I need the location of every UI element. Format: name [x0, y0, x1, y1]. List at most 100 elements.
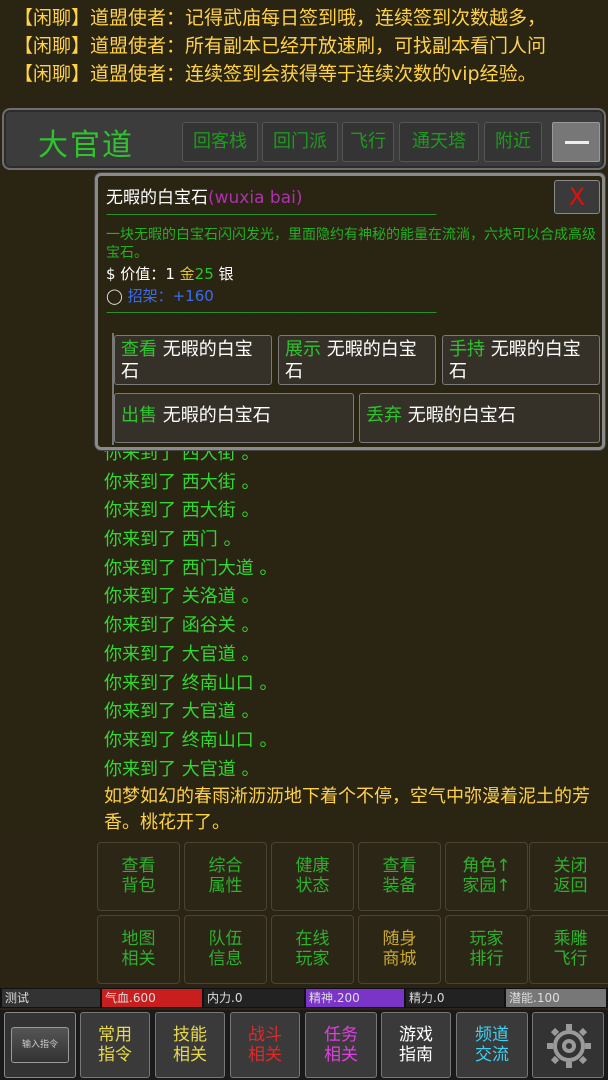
cmd-line: 健康 — [295, 856, 330, 876]
cmd-line: 属性 — [208, 876, 243, 896]
log-line: 你来到了 西大街 。 — [104, 471, 260, 493]
chat-message: 连续签到会获得等于连续次数的vip经验。 — [185, 63, 537, 85]
tab-line: 交流 — [475, 1045, 509, 1065]
neili-bar: 内力.0 — [204, 989, 304, 1007]
log-lines: 你来到了 西大街 。 你来到了 西大街 。 你来到了 西大街 。 你来到了 西门… — [104, 440, 604, 784]
cmd-line: 信息 — [208, 949, 243, 969]
log-line: 你来到了 西门 。 — [104, 529, 242, 551]
health-status-button[interactable]: 健康 状态 — [271, 842, 354, 911]
parry-label: 招架： — [127, 287, 173, 305]
channels-tab[interactable]: 频道 交流 — [456, 1012, 528, 1078]
item-value: $ 价值：1 金25 银 — [106, 263, 234, 284]
shop-button[interactable]: 随身 商城 — [358, 915, 441, 984]
value-label: $ 价值： — [106, 265, 166, 283]
collapse-menu-button[interactable] — [552, 122, 600, 162]
return-inn-button[interactable]: 回客栈 — [182, 122, 258, 162]
cmd-line: 玩家 — [469, 929, 504, 949]
divider: —————————————————————————————— — [106, 307, 437, 317]
silver-amount: 25 — [194, 265, 214, 283]
log-line: 你来到了 大官道 。 — [104, 643, 260, 665]
sell-item-button[interactable]: 出售 无暇的白宝石 — [114, 393, 354, 443]
bottom-tabs: 输入指令 常用 指令 技能 相关 战斗 相关 任务 相关 游戏 指南 频道 交流 — [0, 1010, 608, 1080]
silver-unit: 银 — [218, 265, 234, 283]
close-return-button[interactable]: 关闭 返回 — [529, 842, 608, 911]
nearby-button[interactable]: 附近 — [484, 122, 542, 162]
role-home-button[interactable]: 角色↑ 家园↑ — [445, 842, 528, 911]
skills-tab[interactable]: 技能 相关 — [155, 1012, 225, 1078]
cmd-line: 家园↑ — [462, 876, 511, 896]
item-parry: ◯ 招架：+160 — [106, 285, 214, 306]
show-item-button[interactable]: 展示 无暇的白宝石 — [278, 335, 436, 385]
fly-button[interactable]: 飞行 — [342, 122, 394, 162]
settings-button[interactable] — [532, 1012, 604, 1078]
log-line: 你来到了 函谷关 。 — [104, 615, 260, 637]
cmd-line: 玩家 — [295, 949, 330, 969]
online-players-button[interactable]: 在线 玩家 — [271, 915, 354, 984]
spirit-bar: 精神.200 — [306, 989, 404, 1007]
gold-amount: 1 — [165, 265, 175, 283]
close-button[interactable]: X — [554, 180, 600, 214]
action-verb: 手持 — [449, 339, 485, 360]
game-guide-tab[interactable]: 游戏 指南 — [381, 1012, 451, 1078]
cmd-line: 综合 — [208, 856, 243, 876]
action-item: 无暇的白宝石 — [402, 405, 516, 426]
map-button[interactable]: 地图 相关 — [97, 915, 180, 984]
chat-line: 【闲聊】道盟使者：记得武庙每日签到哦，连续签到次数越多， — [14, 4, 608, 32]
chat-channel[interactable]: 【闲聊】 — [14, 35, 90, 57]
status-bar: 测试 气血.600 内力.0 精神.200 精力.0 潜能.100 — [0, 988, 608, 1008]
gear-icon — [547, 1024, 591, 1068]
hold-item-button[interactable]: 手持 无暇的白宝石 — [442, 335, 600, 385]
location-title: 大官道 — [38, 128, 134, 163]
cmd-line: 背包 — [121, 876, 156, 896]
chat-channel[interactable]: 【闲聊】 — [14, 63, 90, 85]
tab-line: 相关 — [248, 1045, 282, 1065]
tab-line: 相关 — [173, 1045, 207, 1065]
input-command-button[interactable]: 输入指令 — [4, 1012, 76, 1078]
action-verb: 出售 — [121, 405, 157, 426]
chat-message: 所有副本已经开放速刷，可找副本看门人问 — [185, 35, 547, 57]
eagle-fly-button[interactable]: 乘雕 飞行 — [529, 915, 608, 984]
chat-sender[interactable]: 道盟使者： — [90, 63, 185, 85]
common-commands-tab[interactable]: 常用 指令 — [80, 1012, 150, 1078]
chat-channel[interactable]: 【闲聊】 — [14, 7, 90, 29]
team-info-button[interactable]: 队伍 信息 — [184, 915, 267, 984]
divider: —————————————————————————————— — [106, 209, 437, 219]
cmd-line: 返回 — [553, 876, 588, 896]
cmd-line: 查看 — [121, 856, 156, 876]
command-grid: 查看 背包 综合 属性 健康 状态 查看 装备 角色↑ 家园↑ 关闭 返回 地图 相关 队伍信… — [93, 842, 608, 986]
tab-line: 相关 — [324, 1045, 358, 1065]
log-line: 你来到了 大官道 。 — [104, 758, 260, 780]
return-sect-button[interactable]: 回门派 — [262, 122, 338, 162]
log-line: 你来到了 西门大道 。 — [104, 557, 278, 579]
chat-sender[interactable]: 道盟使者： — [90, 7, 185, 29]
chat-line: 【闲聊】道盟使者：所有副本已经开放速刷，可找副本看门人问 — [14, 32, 608, 60]
item-actions: 查看 无暇的白宝石 展示 无暇的白宝石 手持 无暇的白宝石 出售 无暇的白宝石 … — [112, 333, 600, 445]
tab-line: 指南 — [399, 1045, 433, 1065]
gold-unit: 金 — [179, 265, 195, 283]
action-verb: 查看 — [121, 339, 157, 360]
view-bag-button[interactable]: 查看 背包 — [97, 842, 180, 911]
log-line: 你来到了 大官道 。 — [104, 701, 260, 723]
player-name: 测试 — [2, 989, 100, 1007]
combat-tab[interactable]: 战斗 相关 — [230, 1012, 300, 1078]
parry-value: +160 — [172, 287, 214, 305]
inspect-item-button[interactable]: 查看 无暇的白宝石 — [114, 335, 272, 385]
attributes-button[interactable]: 综合 属性 — [184, 842, 267, 911]
chat-line: 【闲聊】道盟使者：连续签到会获得等于连续次数的vip经验。 — [14, 60, 608, 88]
tower-button[interactable]: 通天塔 — [399, 122, 479, 162]
weather-text: 如梦如幻的春雨淅沥沥地下着个不停，空气中弥漫着泥土的芳香。桃花开了。 — [104, 786, 590, 833]
item-name: 无暇的白宝石 — [106, 188, 208, 208]
ranking-button[interactable]: 玩家 排行 — [445, 915, 528, 984]
tab-line: 频道 — [475, 1025, 509, 1045]
action-verb: 展示 — [285, 339, 321, 360]
tab-line: 技能 — [173, 1025, 207, 1045]
circle-icon: ◯ — [106, 287, 123, 305]
view-equipment-button[interactable]: 查看 装备 — [358, 842, 441, 911]
chat-message: 记得武庙每日签到哦，连续签到次数越多， — [185, 7, 547, 29]
cmd-line: 在线 — [295, 929, 330, 949]
cmd-line: 随身 — [382, 929, 417, 949]
discard-item-button[interactable]: 丢弃 无暇的白宝石 — [359, 393, 600, 443]
quests-tab[interactable]: 任务 相关 — [305, 1012, 377, 1078]
cmd-line: 队伍 — [208, 929, 243, 949]
chat-sender[interactable]: 道盟使者： — [90, 35, 185, 57]
